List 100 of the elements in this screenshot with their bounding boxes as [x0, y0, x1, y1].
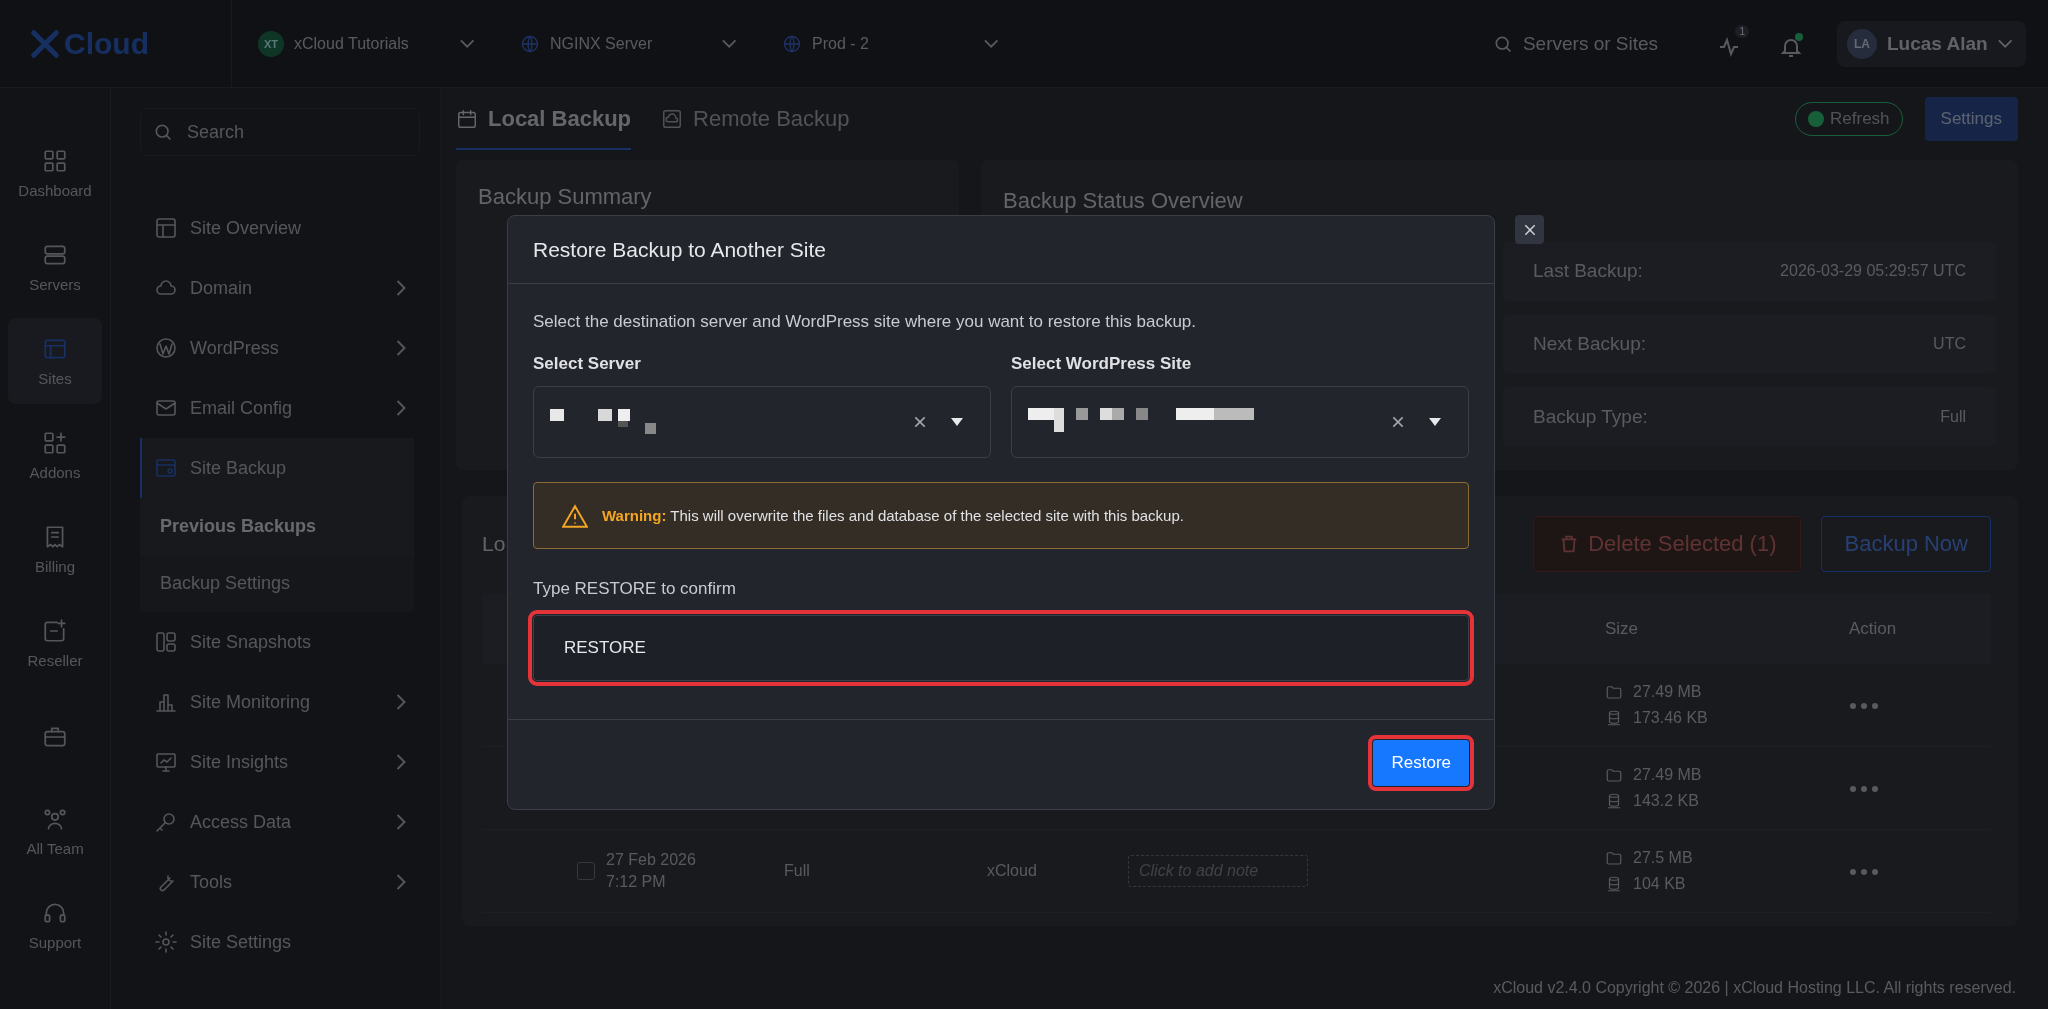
- chevron-right-icon: [396, 754, 406, 770]
- database-size: 104 KB: [1633, 875, 1686, 893]
- search-icon: [153, 122, 173, 142]
- nav-item[interactable]: Billing: [8, 506, 102, 592]
- status-label: Next Backup:: [1533, 333, 1646, 355]
- count-badge: 1: [1735, 24, 1749, 38]
- menu-item[interactable]: Site Settings: [140, 912, 420, 972]
- card-title: Backup Status Overview: [1003, 188, 1244, 214]
- column-header: Size: [1605, 619, 1640, 639]
- chevron-right-icon: [396, 400, 406, 416]
- chevron-right-icon: [396, 340, 406, 356]
- menu-item[interactable]: Email Config: [140, 378, 420, 438]
- nav-item[interactable]: Dashboard: [8, 130, 102, 216]
- backup-type: Full: [784, 862, 810, 879]
- context-selector[interactable]: Prod - 2: [756, 33, 1018, 54]
- note-plus-icon: [42, 617, 68, 644]
- panels-icon: [154, 630, 178, 654]
- nav-item[interactable]: Support: [8, 882, 102, 968]
- chevron-right-icon: [396, 874, 406, 890]
- caret-icon: [950, 417, 964, 427]
- status-value: Full: [1940, 407, 1966, 426]
- files-size: 27.49 MB: [1633, 683, 1702, 701]
- select-field[interactable]: [533, 386, 991, 458]
- database-icon: [1605, 709, 1623, 727]
- close-button[interactable]: [1515, 215, 1544, 244]
- user-avatar: LA: [1846, 28, 1877, 59]
- user-menu[interactable]: LA Lucas Alan: [1836, 20, 2026, 67]
- briefcase-icon: [42, 724, 68, 750]
- settings-button[interactable]: Settings: [1924, 97, 2018, 141]
- globe-icon: [782, 33, 802, 54]
- nav-item[interactable]: All Team: [8, 788, 102, 874]
- files-size: 27.5 MB: [1633, 849, 1693, 867]
- status-label: Last Backup:: [1533, 260, 1643, 283]
- files-size: 27.49 MB: [1633, 766, 1702, 784]
- warning-icon: [562, 503, 588, 528]
- chevron-down-icon: [1997, 39, 2012, 48]
- field-label: Type RESTORE to confirm: [533, 579, 737, 599]
- w-circle-icon: [154, 336, 178, 360]
- delete-button[interactable]: Delete Selected (1): [1533, 516, 1802, 572]
- tab[interactable]: Remote Backup: [661, 88, 850, 150]
- chevron-right-icon: [396, 814, 406, 830]
- grid-icon: [42, 147, 68, 174]
- more-icon[interactable]: [1849, 785, 1879, 793]
- backup-time: 7:12 PM: [606, 873, 667, 891]
- monitor-chart-icon: [154, 750, 178, 774]
- database-size: 143.2 KB: [1633, 792, 1699, 810]
- clear-icon[interactable]: [912, 414, 928, 430]
- database-size: 173.46 KB: [1633, 709, 1708, 727]
- menu-item[interactable]: Site Backup: [140, 438, 414, 498]
- clear-icon[interactable]: [1390, 414, 1406, 430]
- menu-item[interactable]: Tools: [140, 852, 420, 912]
- warning-text: Warning: This will overwrite the files and database of the selected site with this backup.: [602, 507, 1184, 524]
- menu-item[interactable]: Site Monitoring: [140, 672, 420, 732]
- footer-text: xCloud v2.4.0 Copyright © 2026 | xCloud Hosting LLC. All rights reserved.: [1492, 979, 2017, 998]
- backup-source: xCloud: [987, 862, 1037, 879]
- backup-now-button[interactable]: Backup Now: [1821, 516, 1991, 572]
- squares-plus-icon: [42, 429, 68, 456]
- field-label: Select WordPress Site: [1011, 354, 1193, 374]
- folder-icon: [1605, 766, 1623, 784]
- menu-item[interactable]: Site Snapshots: [140, 612, 420, 672]
- card-title: Backup Summary: [478, 184, 653, 210]
- key-icon: [154, 810, 178, 834]
- context-selector[interactable]: XT xCloud Tutorials: [232, 30, 494, 57]
- more-icon[interactable]: [1849, 702, 1879, 710]
- dialog-description: Select the destination server and WordPress site where you want to restore this backup.: [533, 312, 1198, 332]
- caret-icon: [1428, 417, 1442, 427]
- settings-icon: [154, 930, 178, 954]
- nav-item[interactable]: Sites: [8, 318, 102, 404]
- field-label: Select Server: [533, 354, 642, 374]
- chevron-down-icon: [721, 39, 736, 48]
- submenu-item[interactable]: Backup Settings: [140, 555, 414, 612]
- more-icon[interactable]: [1849, 868, 1879, 876]
- select-field[interactable]: [1011, 386, 1469, 458]
- menu-item[interactable]: Site Overview: [140, 198, 420, 258]
- row-checkbox[interactable]: [577, 862, 595, 880]
- column-header: Action: [1849, 619, 1898, 639]
- menu-item[interactable]: Domain: [140, 258, 420, 318]
- menu-item[interactable]: Access Data: [140, 792, 420, 852]
- menu-item[interactable]: WordPress: [140, 318, 420, 378]
- nav-item[interactable]: Reseller: [8, 600, 102, 686]
- search-field[interactable]: Search: [140, 108, 420, 156]
- menu-item[interactable]: Site Insights: [140, 732, 420, 792]
- logo-text: Cloud: [64, 26, 149, 61]
- backup-date: 27 Feb 2026: [606, 851, 697, 869]
- logo[interactable]: Cloud: [0, 0, 232, 87]
- context-selector[interactable]: NGINX Server: [494, 33, 756, 54]
- team-avatar: XT: [258, 30, 284, 57]
- nav-item[interactable]: Servers: [8, 224, 102, 310]
- database-icon: [1605, 875, 1623, 893]
- globe-icon: [520, 33, 540, 54]
- tab[interactable]: Local Backup: [456, 88, 632, 150]
- folder-icon: [1605, 849, 1623, 867]
- status-value: 2026-03-29 05:29:57 UTC: [1780, 262, 1966, 281]
- cloud-box-icon: [661, 108, 684, 130]
- layout-icon: [154, 216, 178, 240]
- chevron-right-icon: [396, 280, 406, 296]
- calendar-icon: [456, 108, 478, 130]
- nav-item[interactable]: Addons: [8, 412, 102, 498]
- chevron-down-icon: [459, 39, 474, 48]
- chevron-right-icon: [396, 694, 406, 710]
